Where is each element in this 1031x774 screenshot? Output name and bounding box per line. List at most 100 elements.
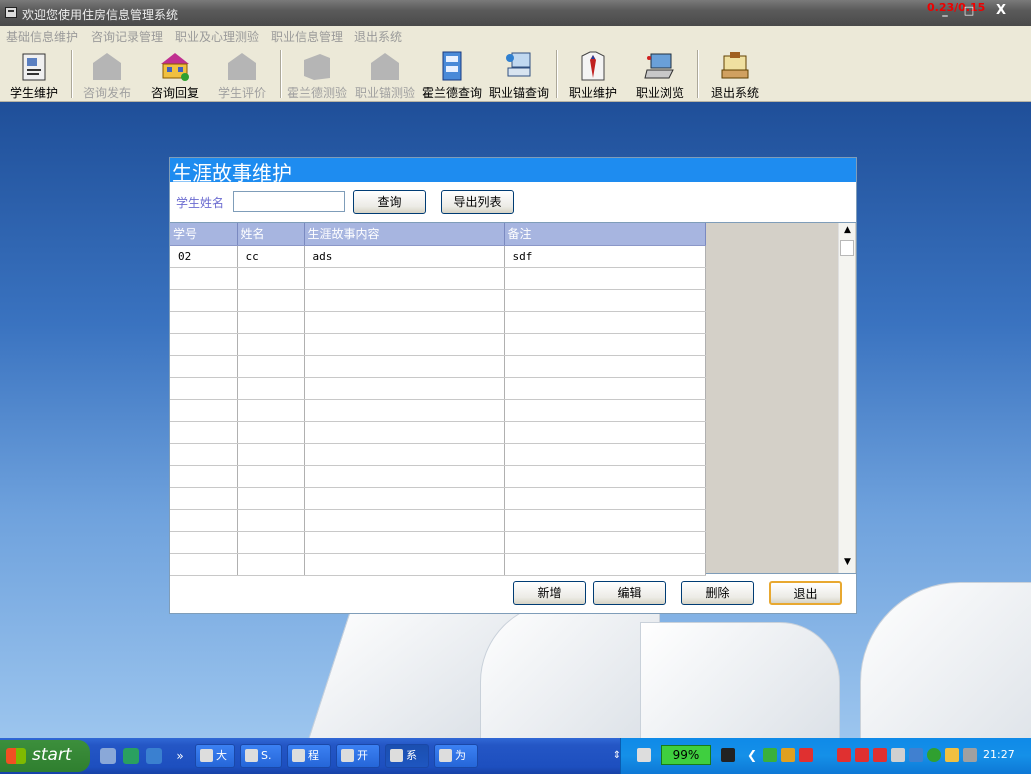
cell-student-id[interactable]	[170, 377, 238, 400]
cell-remarks[interactable]	[504, 509, 706, 532]
query-button[interactable]: 查询	[353, 190, 426, 214]
keyboard-icon[interactable]	[637, 748, 651, 762]
edit-button[interactable]: 编辑	[593, 581, 666, 605]
quicklaunch-app-icon[interactable]	[146, 748, 162, 764]
toolbar-career-anchor-query[interactable]: 职业锚查询	[486, 48, 552, 100]
cell-remarks[interactable]	[504, 355, 706, 378]
table-row[interactable]	[170, 553, 706, 576]
cell-story-content[interactable]	[304, 333, 505, 356]
cell-story-content[interactable]	[304, 509, 505, 532]
cell-name[interactable]	[237, 531, 305, 554]
cell-name[interactable]: cc	[237, 245, 305, 268]
cell-student-id[interactable]	[170, 267, 238, 290]
table-row[interactable]	[170, 509, 706, 532]
delete-button[interactable]: 删除	[681, 581, 754, 605]
cell-story-content[interactable]	[304, 311, 505, 334]
column-header-story-content[interactable]: 生涯故事内容	[304, 223, 505, 246]
cell-remarks[interactable]	[504, 399, 706, 422]
task-button-4[interactable]: 开	[336, 744, 380, 768]
toolbar-career-maintenance[interactable]: 职业维护	[560, 48, 626, 100]
menu-basic-info[interactable]: 基础信息维护	[6, 28, 78, 45]
table-row[interactable]	[170, 531, 706, 554]
cell-name[interactable]	[237, 377, 305, 400]
power-plug-icon[interactable]	[721, 748, 735, 762]
cell-story-content[interactable]	[304, 399, 505, 422]
task-button-5[interactable]: 系	[385, 744, 429, 768]
toolbar-student-maintenance[interactable]: 学生维护	[1, 48, 67, 100]
cell-name[interactable]	[237, 443, 305, 466]
scroll-down-arrow-icon[interactable]: ▼	[841, 557, 854, 571]
cell-student-id[interactable]: 02	[170, 245, 238, 268]
cell-student-id[interactable]	[170, 553, 238, 576]
cell-student-id[interactable]	[170, 333, 238, 356]
cell-story-content[interactable]	[304, 289, 505, 312]
cell-remarks[interactable]	[504, 465, 706, 488]
maximize-button[interactable]: □	[961, 4, 977, 18]
cell-remarks[interactable]	[504, 333, 706, 356]
cell-remarks[interactable]	[504, 267, 706, 290]
column-header-name[interactable]: 姓名	[237, 223, 305, 246]
menu-career-tests[interactable]: 职业及心理测验	[175, 28, 259, 45]
quicklaunch-desktop-icon[interactable]	[100, 748, 116, 764]
column-header-remarks[interactable]: 备注	[504, 223, 706, 246]
tray-app-icon[interactable]	[945, 748, 959, 762]
quicklaunch-browser-icon[interactable]	[123, 748, 139, 764]
menu-consult-records[interactable]: 咨询记录管理	[91, 28, 163, 45]
cell-name[interactable]	[237, 553, 305, 576]
cell-student-id[interactable]	[170, 421, 238, 444]
cell-story-content[interactable]	[304, 553, 505, 576]
cell-story-content[interactable]	[304, 465, 505, 488]
cell-story-content[interactable]	[304, 377, 505, 400]
table-row[interactable]	[170, 465, 706, 488]
table-row[interactable]	[170, 377, 706, 400]
task-button-1[interactable]: 大	[195, 744, 235, 768]
cell-student-id[interactable]	[170, 509, 238, 532]
tray-app-icon[interactable]	[909, 748, 923, 762]
cell-name[interactable]	[237, 487, 305, 510]
qq-icon[interactable]	[873, 748, 887, 762]
toolbar-holland-query[interactable]: 霍兰德查询	[419, 48, 485, 100]
cell-name[interactable]	[237, 509, 305, 532]
cell-story-content[interactable]	[304, 531, 505, 554]
start-button[interactable]: start	[0, 740, 90, 772]
cell-student-id[interactable]	[170, 443, 238, 466]
cell-name[interactable]	[237, 311, 305, 334]
qq-icon[interactable]	[855, 748, 869, 762]
minimize-button[interactable]: _	[937, 4, 953, 18]
cell-student-id[interactable]	[170, 289, 238, 312]
toolbar-consult-publish[interactable]: 咨询发布	[74, 48, 140, 100]
table-row[interactable]	[170, 289, 706, 312]
cell-student-id[interactable]	[170, 311, 238, 334]
qq-icon[interactable]	[837, 748, 851, 762]
table-row[interactable]	[170, 333, 706, 356]
battery-indicator[interactable]: 99%	[661, 745, 711, 765]
table-row[interactable]	[170, 421, 706, 444]
toolbar-student-evaluation[interactable]: 学生评价	[209, 48, 275, 100]
cell-remarks[interactable]	[504, 377, 706, 400]
qq-icon[interactable]	[799, 748, 813, 762]
exit-button[interactable]: 退出	[769, 581, 842, 605]
cell-story-content[interactable]	[304, 443, 505, 466]
vertical-scrollbar[interactable]: ▲ ▼	[838, 223, 855, 573]
cell-name[interactable]	[237, 267, 305, 290]
cell-story-content[interactable]: ads	[304, 245, 505, 268]
cell-remarks[interactable]	[504, 289, 706, 312]
cell-remarks[interactable]	[504, 311, 706, 334]
cell-remarks[interactable]	[504, 531, 706, 554]
scroll-up-arrow-icon[interactable]: ▲	[841, 225, 854, 239]
table-row[interactable]: 02 cc ads sdf	[170, 245, 706, 268]
cell-remarks[interactable]	[504, 553, 706, 576]
chevron-left-icon[interactable]: ❮	[747, 748, 761, 762]
cell-name[interactable]	[237, 399, 305, 422]
cell-name[interactable]	[237, 333, 305, 356]
table-row[interactable]	[170, 267, 706, 290]
table-row[interactable]	[170, 355, 706, 378]
cell-name[interactable]	[237, 289, 305, 312]
task-button-6[interactable]: 为	[434, 744, 478, 768]
table-row[interactable]	[170, 399, 706, 422]
cell-remarks[interactable]: sdf	[504, 245, 706, 268]
toolbar-consult-reply[interactable]: 咨询回复	[142, 48, 208, 100]
cell-student-id[interactable]	[170, 355, 238, 378]
tray-app-icon[interactable]	[763, 748, 777, 762]
security-shield-icon[interactable]	[927, 748, 941, 762]
